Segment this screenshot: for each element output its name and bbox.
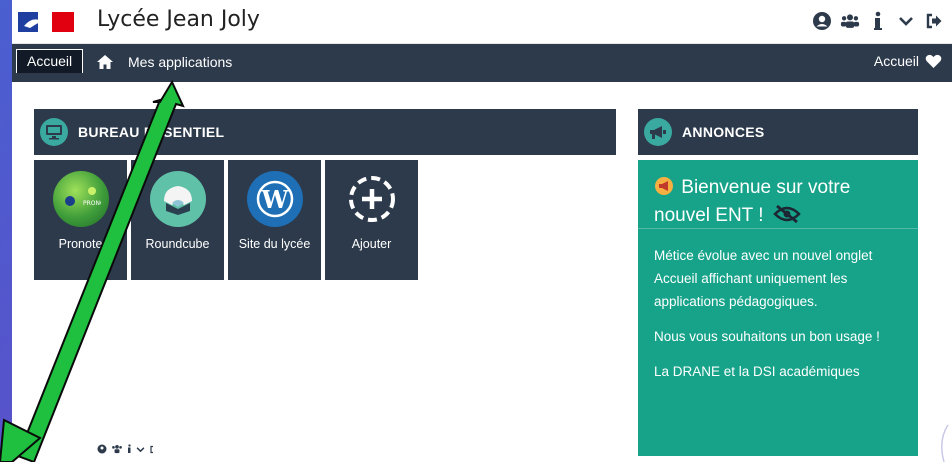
megaphone-icon — [644, 118, 672, 146]
heart-icon — [925, 54, 942, 68]
tile-pronote[interactable]: PRONOTE Pronote — [34, 160, 127, 280]
tab-accueil[interactable]: Accueil — [16, 49, 84, 73]
top-header: Lycée Jean Joly — [12, 0, 952, 44]
annonces-header: ANNONCES — [638, 109, 918, 155]
add-circle-icon — [344, 171, 400, 227]
annonce-body: Métice évolue avec un nouvel onglet Accu… — [654, 244, 906, 395]
tile-label-roundcube: Roundcube — [145, 237, 210, 251]
tile-ajouter[interactable]: Ajouter — [325, 160, 418, 280]
logout-small-icon — [150, 445, 153, 453]
header-icons — [812, 10, 944, 32]
roundcube-icon — [149, 171, 206, 227]
info-small-icon — [128, 444, 131, 453]
nav-mes-applications[interactable]: Mes applications — [128, 54, 232, 70]
user-circle-icon[interactable] — [812, 10, 832, 32]
svg-text:W: W — [260, 185, 289, 214]
site-title: Lycée Jean Joly — [97, 7, 260, 32]
app-window: Lycée Jean Joly Accueil Mes applications — [12, 0, 952, 462]
tile-site-du-lycee[interactable]: W Site du lycée — [228, 160, 321, 280]
annonce-paragraph: La DRANE et la DSI académiques — [654, 364, 860, 379]
logout-icon[interactable] — [924, 10, 944, 32]
main-navbar: Accueil Mes applications Accueil — [12, 44, 952, 82]
users-group-small-icon — [112, 445, 122, 454]
user-circle-small-icon — [97, 444, 107, 454]
nav-right-label: Accueil — [873, 53, 919, 69]
chevron-down-small-icon — [136, 446, 145, 452]
tile-label-site-du-lycee: Site du lycée — [238, 237, 311, 251]
megaphone-small-icon — [655, 177, 673, 195]
app-tiles: PRONOTE Pronote Roundcube W Site du lycé… — [34, 160, 418, 280]
eye-slash-icon[interactable] — [772, 204, 801, 224]
tile-label-ajouter: Ajouter — [351, 237, 392, 251]
svg-text:PRONOTE: PRONOTE — [83, 200, 101, 207]
info-icon[interactable] — [868, 10, 888, 32]
tile-label-pronote: Pronote — [58, 237, 103, 251]
annonce-paragraph: Métice évolue avec un nouvel onglet Accu… — [654, 248, 873, 309]
monitor-icon — [40, 118, 68, 146]
chevron-down-icon[interactable] — [896, 10, 916, 32]
nav-accueil-favorite[interactable]: Accueil — [874, 53, 942, 69]
annonces-title: ANNONCES — [682, 124, 765, 140]
annonce-divider — [638, 228, 918, 229]
annonce-paragraph: Nous vous souhaitons un bon usage ! — [654, 329, 880, 344]
home-icon[interactable] — [96, 54, 114, 70]
annonce-card-title-text: Bienvenue sur votre nouvel ENT ! — [654, 177, 851, 226]
wordpress-icon: W — [246, 171, 303, 227]
annonce-card: Bienvenue sur votre nouvel ENT ! Métice … — [638, 160, 918, 456]
republique-francaise-logo — [18, 12, 74, 32]
pronote-icon: PRONOTE — [52, 171, 109, 227]
footer-mini-icons — [97, 444, 154, 454]
annonce-card-title: Bienvenue sur votre nouvel ENT ! — [654, 174, 904, 230]
users-group-icon[interactable] — [840, 10, 860, 32]
tile-roundcube[interactable]: Roundcube — [131, 160, 224, 280]
bureau-essentiel-title: BUREAU ESSENTIEL — [78, 124, 225, 140]
bureau-essentiel-header: BUREAU ESSENTIEL — [34, 109, 616, 155]
